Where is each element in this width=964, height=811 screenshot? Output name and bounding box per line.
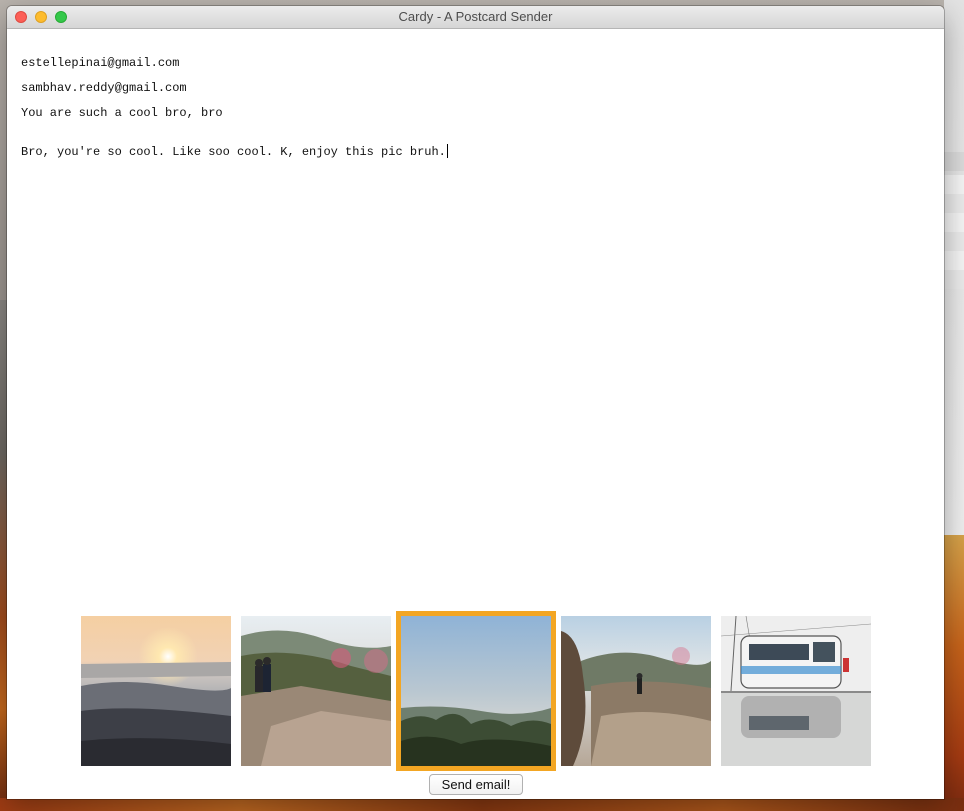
message-text: Bro, you're so cool. Like soo cool. K, e… bbox=[21, 145, 446, 159]
from-email-field[interactable]: estellepinai@gmail.com bbox=[21, 56, 179, 70]
send-email-button[interactable]: Send email! bbox=[429, 774, 523, 795]
window-title: Cardy - A Postcard Sender bbox=[398, 9, 553, 24]
title-bar[interactable]: Cardy - A Postcard Sender bbox=[7, 6, 944, 29]
compose-area[interactable]: estellepinai@gmail.com sambhav.reddy@gma… bbox=[7, 29, 944, 799]
app-window: Cardy - A Postcard Sender estellepinai@g… bbox=[7, 6, 944, 799]
background-window-header bbox=[944, 152, 964, 171]
message-body[interactable]: Bro, you're so cool. Like soo cool. K, e… bbox=[21, 144, 448, 159]
desktop-wallpaper-bottom bbox=[0, 798, 964, 811]
photo-thumbnail-valley-selected[interactable] bbox=[396, 611, 556, 771]
photo-thumbnail-sunset[interactable] bbox=[81, 616, 231, 766]
text-cursor bbox=[446, 144, 448, 158]
photo-thumbnail-hiker[interactable] bbox=[561, 616, 711, 766]
desktop-wallpaper-right bbox=[944, 535, 964, 811]
subject-field[interactable]: You are such a cool bro, bro bbox=[21, 106, 223, 120]
photo-thumbnail-bus[interactable] bbox=[721, 616, 871, 766]
to-email-field[interactable]: sambhav.reddy@gmail.com bbox=[21, 81, 187, 95]
photo-thumbnail-couple[interactable] bbox=[241, 616, 391, 766]
